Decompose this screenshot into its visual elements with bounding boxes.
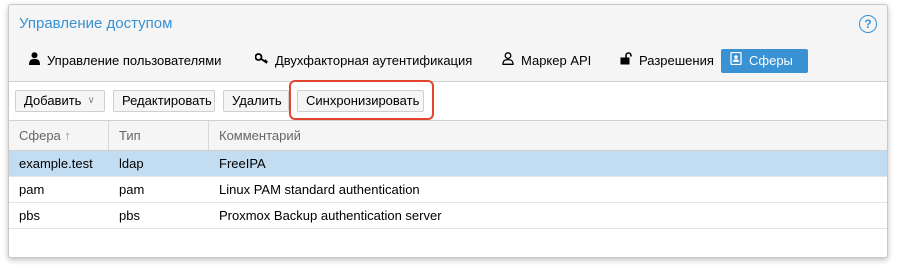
tab-label: Двухфакторная аутентификация <box>275 53 473 68</box>
sync-button-label: Синхронизировать <box>306 93 420 108</box>
cell-realm: pbs <box>19 208 40 223</box>
help-icon[interactable]: ? <box>859 15 877 33</box>
column-header-realm[interactable]: Сфера ↑ <box>9 121 109 150</box>
tab-api-token[interactable]: Маркер API <box>495 49 597 73</box>
tab-realms[interactable]: Сферы <box>721 49 808 73</box>
unlock-icon <box>619 49 633 73</box>
edit-button-label: Редактировать <box>122 93 212 108</box>
delete-button[interactable]: Удалить <box>223 90 289 112</box>
cell-comment: Linux PAM standard authentication <box>219 182 420 197</box>
delete-button-label: Удалить <box>232 93 282 108</box>
cell-type: ldap <box>119 156 144 171</box>
sort-asc-icon: ↑ <box>64 128 71 143</box>
cell-comment: Proxmox Backup authentication server <box>219 208 442 223</box>
tab-label: Разрешения <box>639 53 714 68</box>
column-label: Комментарий <box>219 128 301 143</box>
add-button-label: Добавить <box>24 93 82 108</box>
edit-button[interactable]: Редактировать <box>113 90 215 112</box>
address-book-icon <box>729 49 743 73</box>
toolbar: Добавить ∨ Редактировать Удалить Синхрон… <box>9 82 887 120</box>
tab-two-factor[interactable]: Двухфакторная аутентификация <box>249 49 478 73</box>
tab-label: Маркер API <box>521 53 592 68</box>
access-control-panel: Управление доступом ? Управление пользов… <box>8 4 888 258</box>
add-button[interactable]: Добавить ∨ <box>15 90 105 112</box>
tab-label: Сферы <box>749 53 793 68</box>
column-header-comment[interactable]: Комментарий <box>209 121 887 150</box>
chevron-down-icon: ∨ <box>87 95 95 106</box>
tab-user-management[interactable]: Управление пользователями <box>21 49 227 73</box>
panel-header: Управление доступом ? <box>9 5 887 45</box>
user-icon <box>27 49 41 73</box>
tab-label: Управление пользователями <box>47 53 222 68</box>
column-label: Сфера <box>19 128 61 143</box>
column-label: Тип <box>119 128 141 143</box>
table-row[interactable]: pbs pbs Proxmox Backup authentication se… <box>9 203 887 229</box>
tab-permissions[interactable]: Разрешения <box>613 49 720 73</box>
cell-comment: FreeIPA <box>219 156 266 171</box>
cell-type: pam <box>119 182 145 197</box>
cell-type: pbs <box>119 208 140 223</box>
tab-bar: Управление пользователями Двухфакторная … <box>9 45 887 82</box>
realms-grid: Сфера ↑ Тип Комментарий example.test lda… <box>9 120 887 257</box>
user-outline-icon <box>501 49 515 73</box>
panel-title: Управление доступом <box>19 15 173 32</box>
column-header-type[interactable]: Тип <box>109 121 209 150</box>
grid-header: Сфера ↑ Тип Комментарий <box>9 121 887 151</box>
sync-button[interactable]: Синхронизировать <box>297 90 424 112</box>
key-icon <box>254 49 269 73</box>
table-row[interactable]: pam pam Linux PAM standard authenticatio… <box>9 177 887 203</box>
cell-realm: example.test <box>19 156 93 171</box>
cell-realm: pam <box>19 182 45 197</box>
table-row[interactable]: example.test ldap FreeIPA <box>9 151 887 177</box>
